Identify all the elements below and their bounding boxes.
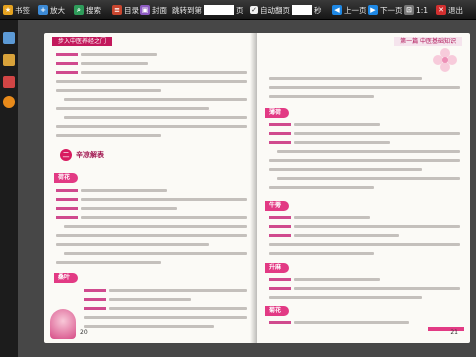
bookmark-label: 书签 xyxy=(15,5,30,15)
thumbnail-icon[interactable] xyxy=(3,32,15,44)
zoom-in-icon: + xyxy=(38,5,48,15)
music-icon[interactable] xyxy=(3,76,15,88)
autoplay-control[interactable]: ✓ 自动翻页 秒 xyxy=(250,3,322,17)
autoplay-label: 自动翻页 xyxy=(260,5,290,15)
right-text-block-2 xyxy=(269,123,460,195)
herb-tag: 升麻 xyxy=(265,263,290,273)
baby-photo xyxy=(50,309,76,339)
actual-size-label: 1:1 xyxy=(416,5,429,15)
toc-button[interactable]: ≡ 目录 xyxy=(112,3,139,17)
zoom-in-button[interactable]: + 放大 xyxy=(38,3,65,17)
bookmark-button[interactable]: ★ 书签 xyxy=(3,3,30,17)
left-section-heading: 二 辛凉解表 xyxy=(60,148,104,162)
herb-tag: 牛蒡 xyxy=(265,201,290,211)
toc-icon: ≡ xyxy=(112,5,122,15)
exit-icon: ✕ xyxy=(436,5,446,15)
left-page-header: 步入中医养经之门 xyxy=(52,37,113,46)
left-page-number: 20 xyxy=(80,329,88,336)
search-label: 搜索 xyxy=(86,5,101,15)
right-page: 第一篇 中医基础知识 薄荷 牛蒡 升麻 菊花 21 xyxy=(257,33,470,343)
cover-label: 封面 xyxy=(152,5,167,15)
next-page-button[interactable]: ▶ 下一页 xyxy=(368,3,403,17)
goto-page-input[interactable] xyxy=(204,5,234,15)
autoplay-checkbox-icon: ✓ xyxy=(250,6,258,14)
left-text-block-2 xyxy=(56,189,247,270)
herb-tag: 菊花 xyxy=(265,306,290,316)
section-number: 二 xyxy=(60,149,72,161)
cover-button[interactable]: ▣ 封面 xyxy=(140,3,167,17)
footer-accent-bar xyxy=(428,327,464,331)
next-label: 下一页 xyxy=(380,5,403,15)
zoom-in-label: 放大 xyxy=(50,5,65,15)
left-text-block-1 xyxy=(56,53,247,143)
actual-size-icon: ⊡ xyxy=(404,5,414,15)
goto-page-control: 跳转到第 页 xyxy=(172,3,244,17)
herb-tag: 桑叶 xyxy=(54,273,79,283)
info-icon[interactable] xyxy=(3,96,15,108)
right-text-block-1 xyxy=(269,77,460,104)
exit-button[interactable]: ✕ 退出 xyxy=(436,3,463,17)
left-text-block-3 xyxy=(84,289,247,334)
toc-label: 目录 xyxy=(124,5,139,15)
right-text-block-4 xyxy=(269,278,460,305)
goto-label: 跳转到第 xyxy=(172,5,202,15)
arrow-left-icon: ◀ xyxy=(332,5,342,15)
right-text-block-3 xyxy=(269,216,460,261)
album-icon[interactable] xyxy=(3,54,15,66)
book-view: 步入中医养经之门 二 辛凉解表 荷花 桑叶 20 第一篇 中医基础知识 薄荷 牛… xyxy=(18,20,476,357)
reader-toolbar: ★ 书签 + 放大 ⌕ 搜索 ≡ 目录 ▣ 封面 跳转到第 页 ✓ 自动翻页 秒 ◀ 上一页 ▶ 下… xyxy=(0,0,476,20)
actual-size-button[interactable]: ⊡ 1:1 xyxy=(404,3,428,17)
bookmark-icon: ★ xyxy=(3,5,13,15)
goto-unit: 页 xyxy=(236,5,244,15)
autoplay-unit: 秒 xyxy=(314,5,322,15)
left-page: 步入中医养经之门 二 辛凉解表 荷花 桑叶 20 xyxy=(44,33,257,343)
flower-decoration xyxy=(433,48,457,72)
search-icon: ⌕ xyxy=(74,5,84,15)
herb-tag: 薄荷 xyxy=(265,108,290,118)
search-button[interactable]: ⌕ 搜索 xyxy=(74,3,101,17)
section-title: 辛凉解表 xyxy=(76,151,104,159)
autoplay-seconds-input[interactable] xyxy=(292,5,312,15)
right-page-number: 21 xyxy=(450,329,458,336)
prev-label: 上一页 xyxy=(344,5,367,15)
prev-page-button[interactable]: ◀ 上一页 xyxy=(332,3,367,17)
arrow-right-icon: ▶ xyxy=(368,5,378,15)
exit-label: 退出 xyxy=(448,5,463,15)
side-panel xyxy=(0,20,18,357)
cover-icon: ▣ xyxy=(140,5,150,15)
herb-tag: 荷花 xyxy=(54,173,79,183)
